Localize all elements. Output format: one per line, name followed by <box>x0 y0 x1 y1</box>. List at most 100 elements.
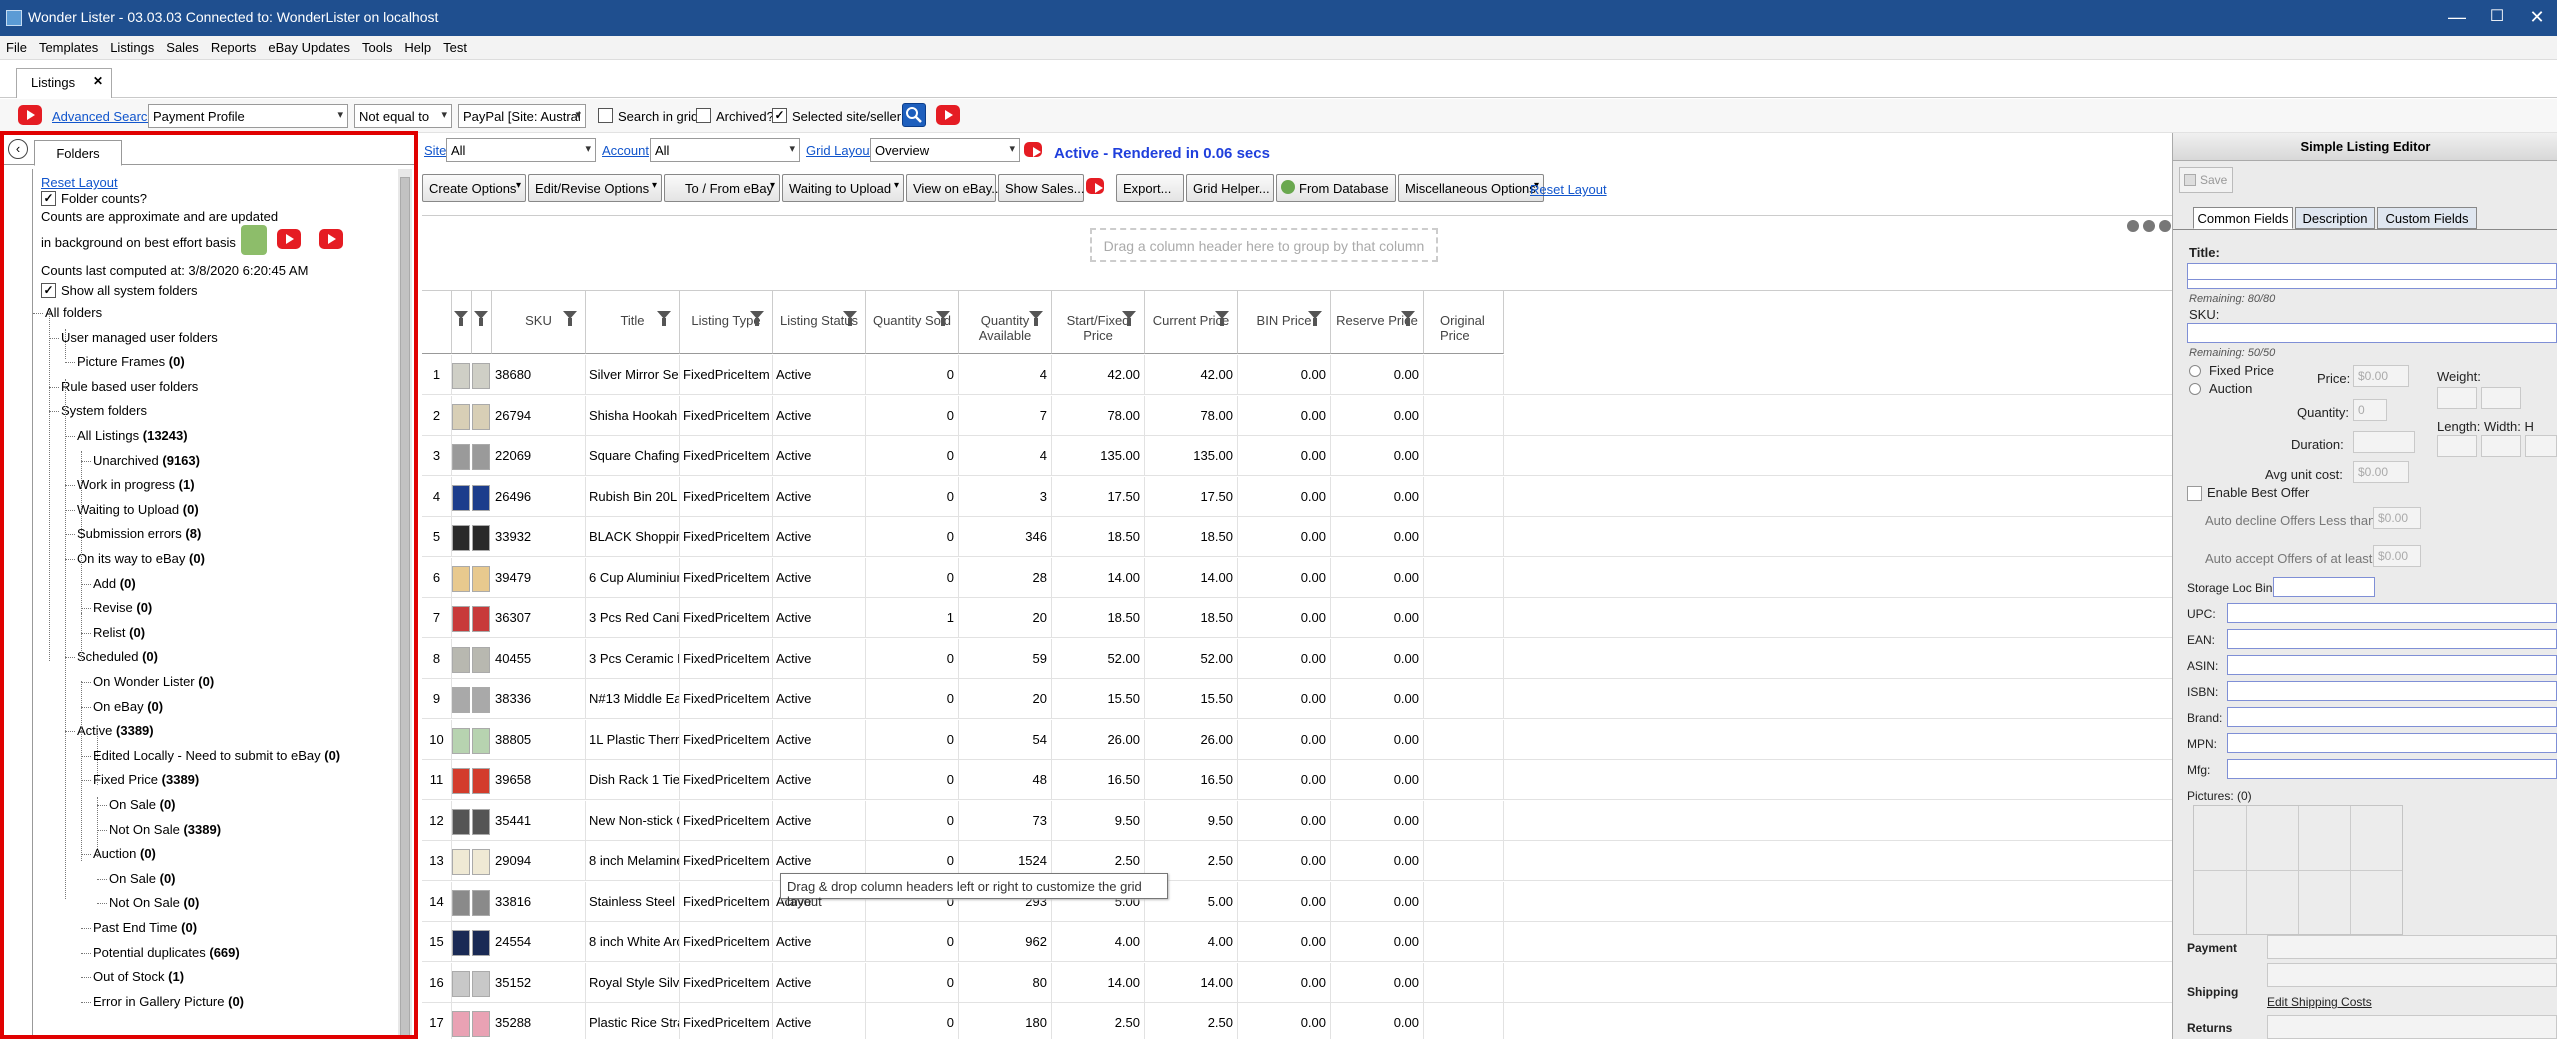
quantity-input[interactable]: 0 <box>2353 399 2387 421</box>
upc-input[interactable] <box>2227 603 2557 623</box>
mfg-input[interactable] <box>2227 759 2557 779</box>
product-thumbnail[interactable] <box>452 768 470 794</box>
filter-icon[interactable] <box>563 311 577 327</box>
product-thumbnail-alt[interactable] <box>472 565 490 592</box>
table-row[interactable]: 13 290948 inch Melamine Soup BowlFixedPri… <box>422 841 2172 881</box>
shipping-select[interactable] <box>2267 963 2557 987</box>
product-thumbnail-alt[interactable] <box>472 849 490 875</box>
menu-ebay-updates[interactable]: eBay Updates <box>262 36 356 55</box>
table-row[interactable]: 1433816Stainless Steel SFixedPriceItemAc… <box>422 881 2172 922</box>
weight-input-1[interactable] <box>2437 387 2477 409</box>
column-header-reserve-price[interactable]: Reserve Price <box>1331 291 1424 354</box>
create-options-button[interactable]: Create Options <box>422 174 526 202</box>
column-header-title[interactable]: Title <box>586 291 680 354</box>
menu-tools[interactable]: Tools <box>356 36 398 55</box>
filter-icon[interactable] <box>1122 311 1136 327</box>
folder-item[interactable]: Rule based user folders <box>61 379 198 394</box>
filter-icon[interactable] <box>1029 311 1043 327</box>
storage-input[interactable] <box>2273 577 2375 597</box>
edit-revise-options-button[interactable]: Edit/Revise Options <box>528 174 662 202</box>
tab-description[interactable]: Description <box>2295 207 2375 229</box>
folder-item[interactable]: Waiting to Upload (0) <box>77 502 199 517</box>
column-chooser-dot[interactable] <box>2127 220 2139 232</box>
product-thumbnail-alt[interactable] <box>472 484 490 511</box>
length-input[interactable] <box>2437 435 2477 457</box>
product-thumbnail-alt[interactable] <box>472 970 490 997</box>
product-thumbnail[interactable] <box>452 484 470 511</box>
folder-item[interactable]: On its way to eBay (0) <box>77 551 205 566</box>
collapse-panel-button[interactable]: ‹ <box>8 139 28 159</box>
image2-column-header[interactable] <box>472 291 492 354</box>
column-header-start-price[interactable]: Start/Fixed Price <box>1052 291 1145 354</box>
from-database-button[interactable]: From Database <box>1276 174 1396 202</box>
folder-item[interactable]: On Sale (0) <box>109 871 176 886</box>
close-button[interactable]: ✕ <box>2517 4 2557 30</box>
menu-listings[interactable]: Listings <box>104 36 160 55</box>
width-input[interactable] <box>2481 435 2521 457</box>
youtube-icon[interactable] <box>1086 178 1104 194</box>
product-thumbnail[interactable] <box>452 606 470 632</box>
brand-input[interactable] <box>2227 707 2557 727</box>
filter-icon[interactable] <box>454 311 468 327</box>
folder-item[interactable]: Unarchived (9163) <box>93 453 200 468</box>
grid-layout-select[interactable]: Overview <box>870 138 1020 162</box>
product-thumbnail[interactable] <box>452 849 470 875</box>
menu-test[interactable]: Test <box>437 36 473 55</box>
site-select[interactable]: All <box>446 138 596 162</box>
product-thumbnail[interactable] <box>452 687 470 713</box>
folder-item[interactable]: Fixed Price (3389) <box>93 772 199 787</box>
folder-item[interactable]: Picture Frames (0) <box>77 354 185 369</box>
table-row[interactable]: 4 26496 Rubish Bin 20L FixedPriceItem Active… <box>422 476 2172 517</box>
folder-item[interactable]: Potential duplicates (669) <box>93 945 240 960</box>
product-thumbnail-alt[interactable] <box>472 1011 490 1037</box>
site-link[interactable]: Site <box>424 143 446 158</box>
table-row[interactable]: 8 404553 Pcs Ceramic Decor Tea LigFixedPr… <box>422 638 2172 679</box>
folder-item[interactable]: Work in progress (1) <box>77 477 195 492</box>
filter-icon[interactable] <box>843 311 857 327</box>
table-row[interactable]: 16 35152Royal Style Silver Tea SpoonFixed… <box>422 962 2172 1003</box>
price-input[interactable]: $0.00 <box>2353 365 2409 387</box>
ean-input[interactable] <box>2227 629 2557 649</box>
fixed-price-radio[interactable] <box>2189 365 2201 377</box>
reset-layout-link[interactable]: Reset Layout <box>1530 182 1607 197</box>
table-row[interactable]: 1 38680Silver Mirror Serving Tray VeFixed… <box>422 355 2172 395</box>
folder-item[interactable]: Past End Time (0) <box>93 920 197 935</box>
edit-shipping-link[interactable]: Edit Shipping Costs <box>2267 995 2372 1009</box>
youtube-icon[interactable] <box>18 105 42 125</box>
product-thumbnail[interactable] <box>452 889 470 916</box>
asin-input[interactable] <box>2227 655 2557 675</box>
table-row[interactable]: 10 388051L Plastic Thermos FlaskFixedPric… <box>422 719 2172 760</box>
column-header-quantity-available[interactable]: Quantity Available <box>959 291 1052 354</box>
tab-custom-fields[interactable]: Custom Fields <box>2377 207 2477 229</box>
table-row[interactable]: 15 245548 inch White Arcopal GlassFixedPr… <box>422 922 2172 962</box>
folder-item[interactable]: Submission errors (8) <box>77 526 201 541</box>
archived-checkbox[interactable] <box>696 108 711 123</box>
tab-folders[interactable]: Folders <box>34 140 122 166</box>
product-thumbnail-alt[interactable] <box>472 606 490 632</box>
folder-item[interactable]: Auction (0) <box>93 846 156 861</box>
menu-file[interactable]: File <box>0 36 33 55</box>
column-header-original-price[interactable]: Original Price <box>1424 291 1504 354</box>
search-value-select[interactable]: PayPal [Site: Austral <box>458 104 586 128</box>
auto-accept-input[interactable]: $0.00 <box>2373 545 2421 567</box>
folder-item[interactable]: On eBay (0) <box>93 699 163 714</box>
column-header-quantity-sold[interactable]: Quantity Sold <box>866 291 959 354</box>
pictures-grid[interactable] <box>2193 805 2403 935</box>
tab-common-fields[interactable]: Common Fields <box>2193 207 2293 229</box>
product-thumbnail-alt[interactable] <box>472 646 490 673</box>
menu-templates[interactable]: Templates <box>33 36 104 55</box>
column-header-current-price[interactable]: Current Price <box>1145 291 1238 354</box>
minimize-button[interactable]: — <box>2437 4 2477 30</box>
product-thumbnail[interactable] <box>452 1011 470 1037</box>
height-input[interactable] <box>2525 435 2557 457</box>
auto-decline-input[interactable]: $0.00 <box>2373 507 2421 529</box>
product-thumbnail-alt[interactable] <box>472 403 490 430</box>
folder-item[interactable]: Revise (0) <box>93 600 152 615</box>
table-row[interactable]: 12 35441New Non-stick Oven Tray 4FixedPri… <box>422 800 2172 841</box>
product-thumbnail[interactable] <box>452 808 470 835</box>
filter-icon[interactable] <box>1215 311 1229 327</box>
menu-sales[interactable]: Sales <box>160 36 205 55</box>
returns-select[interactable] <box>2267 1015 2557 1039</box>
folder-item[interactable]: Scheduled (0) <box>77 649 158 664</box>
sku-input[interactable] <box>2187 323 2557 343</box>
